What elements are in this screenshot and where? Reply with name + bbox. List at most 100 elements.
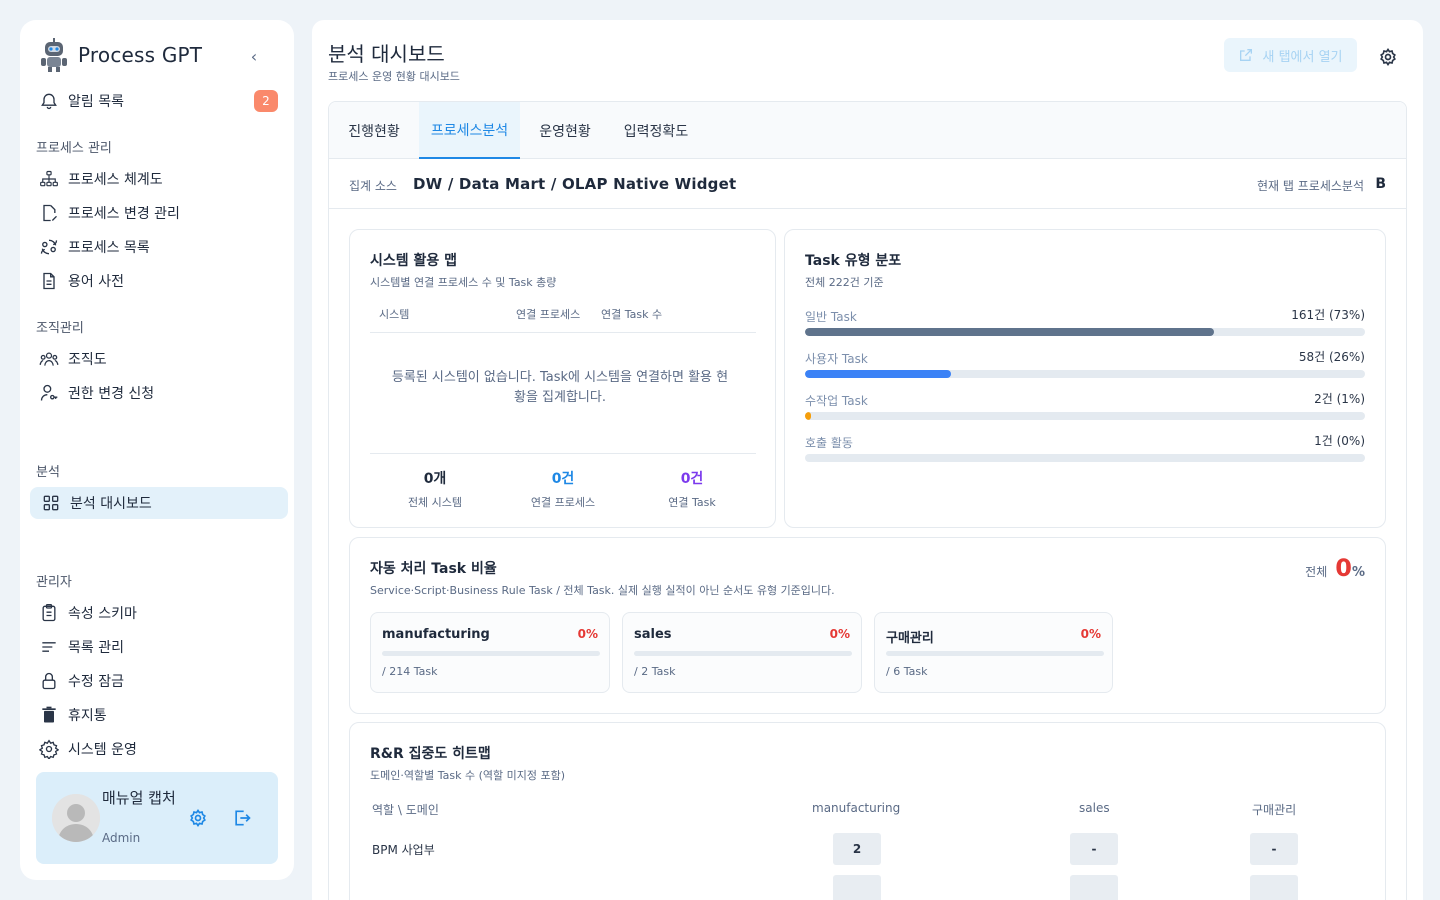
tab-operations[interactable]: 운영현황 <box>524 102 606 159</box>
sidebar-item-org-chart[interactable]: 조직도 <box>38 345 278 373</box>
user-profile-card: 매뉴얼 캡처 Admin <box>36 772 278 864</box>
list-lines-icon <box>38 636 60 658</box>
domain-card: 구매관리 0% / 6 Task <box>874 612 1113 693</box>
sidebar-item-trash[interactable]: 휴지통 <box>38 701 278 729</box>
sidebar-item-system-ops[interactable]: 시스템 운영 <box>38 735 278 763</box>
column-header: 연결 프로세스 <box>516 308 581 321</box>
panel-subtitle: Service·Script·Business Rule Task / 전체 T… <box>370 584 835 597</box>
sidebar-item-edit-lock[interactable]: 수정 잠금 <box>38 667 278 695</box>
task-type-progress-track <box>805 412 1365 420</box>
logo-row: Process GPT ‹ <box>38 38 278 72</box>
task-type-progress-fill <box>805 370 951 378</box>
document-edit-icon <box>38 202 60 224</box>
total-unit: % <box>1351 565 1365 580</box>
external-link-icon <box>1240 49 1253 61</box>
stat-total-systems: 0개 전체 시스템 <box>375 468 495 510</box>
sidebar-item-label: 시스템 운영 <box>68 742 137 758</box>
settings-gear-icon[interactable] <box>1378 47 1398 67</box>
sidebar-item-label: 프로세스 체계도 <box>68 172 163 188</box>
task-type-progress-fill <box>805 412 812 420</box>
avatar <box>52 794 100 842</box>
domain-name: sales <box>634 627 672 642</box>
rr-heatmap-panel: R&R 집중도 히트맵 도메인·역할별 Task 수 (역할 미지정 포함) 역… <box>349 722 1386 900</box>
sidebar-item-label: 휴지통 <box>68 708 107 724</box>
stat-linked-processes: 0건 연결 프로세스 <box>503 468 623 510</box>
tab-bar: 진행현황 프로세스분석 운영현황 입력정확도 <box>329 102 1406 159</box>
empty-message: 등록된 시스템이 없습니다. Task에 시스템을 연결하면 활용 현황을 집계… <box>391 370 729 405</box>
divider <box>370 453 756 454</box>
heatmap-column-header: sales <box>1079 801 1110 815</box>
domain-pct: 0% <box>1080 627 1101 641</box>
sidebar-item-notifications[interactable]: 알림 목록 2 <box>38 87 278 115</box>
sidebar-item-permission-request[interactable]: 권한 변경 신청 <box>38 379 278 407</box>
task-type-progress-track <box>805 454 1365 462</box>
clipboard-icon <box>38 602 60 624</box>
panel-title: Task 유형 분포 <box>805 253 902 269</box>
dashboard-grid-icon <box>40 492 62 514</box>
stat-value: 0개 <box>423 471 447 487</box>
heatmap-cell: - <box>1250 833 1298 865</box>
panel-subtitle: 도메인·역할별 Task 수 (역할 미지정 포함) <box>370 769 565 782</box>
heatmap-cell <box>833 875 881 900</box>
app-name: Process GPT <box>78 43 203 67</box>
stat-label: 연결 프로세스 <box>530 496 596 509</box>
user-name: 매뉴얼 캡처 <box>102 789 176 807</box>
section-analytics: 분석 <box>36 465 60 480</box>
section-admin: 관리자 <box>36 575 72 590</box>
source-value: DW / Data Mart / OLAP Native Widget <box>413 175 737 193</box>
tab-input-accuracy[interactable]: 입력정확도 <box>613 102 699 159</box>
hierarchy-icon <box>38 168 60 190</box>
heatmap-corner-label: 역할 \ 도메인 <box>372 803 439 817</box>
sidebar-item-attribute-schema[interactable]: 속성 스키마 <box>38 599 278 627</box>
column-header: 시스템 <box>379 308 410 321</box>
tab-progress[interactable]: 진행현황 <box>333 102 415 159</box>
settings-gear-icon[interactable] <box>188 808 208 828</box>
notification-count-badge: 2 <box>254 90 278 112</box>
collapse-sidebar-icon[interactable]: ‹ <box>244 46 264 66</box>
panel-subtitle: 시스템별 연결 프로세스 수 및 Task 총량 <box>370 276 557 289</box>
domain-name: 구매관리 <box>886 631 934 646</box>
sidebar-item-glossary[interactable]: 용어 사전 <box>38 267 278 295</box>
domain-progress-track <box>382 651 600 656</box>
lock-icon <box>38 670 60 692</box>
task-distribution-panel: Task 유형 분포 전체 222건 기준 일반 Task 161건 (73%) 사… <box>784 229 1386 528</box>
tab-process-analysis[interactable]: 프로세스분석 <box>419 102 520 159</box>
sidebar-item-analytics-dashboard[interactable]: 분석 대시보드 <box>40 489 280 517</box>
panel-title: 자동 처리 Task 비율 <box>370 561 497 577</box>
process-cycle-icon <box>38 236 60 258</box>
domain-progress-track <box>886 651 1104 656</box>
heatmap-cell: 2 <box>833 833 881 865</box>
task-type-label: 사용자 Task <box>805 352 868 366</box>
open-new-tab-label: 새 탭에서 열기 <box>1262 49 1343 65</box>
sidebar-item-process-map[interactable]: 프로세스 체계도 <box>38 165 278 193</box>
section-org: 조직관리 <box>36 321 84 336</box>
users-icon <box>38 348 60 370</box>
sidebar-item-process-list[interactable]: 프로세스 목록 <box>38 233 278 261</box>
domain-card: sales 0% / 2 Task <box>622 612 862 693</box>
page-title: 분석 대시보드 <box>328 42 445 66</box>
open-new-tab-button[interactable]: 새 탭에서 열기 <box>1224 38 1357 72</box>
sidebar-item-label: 권한 변경 신청 <box>68 386 155 402</box>
user-role: Admin <box>102 831 141 845</box>
sidebar-item-list-management[interactable]: 목록 관리 <box>38 633 278 661</box>
current-tab-value: B <box>1375 176 1386 192</box>
total-ratio: 전체 0 % <box>1305 554 1365 582</box>
sidebar-item-label: 프로세스 변경 관리 <box>68 206 180 222</box>
task-type-row: 수작업 Task 2건 (1%) <box>805 390 1365 420</box>
heatmap-column-header: manufacturing <box>812 801 901 815</box>
user-key-icon <box>38 382 60 404</box>
task-type-progress-track <box>805 370 1365 378</box>
task-type-value: 58건 (26%) <box>1298 350 1365 364</box>
heatmap-cell <box>1250 875 1298 900</box>
sidebar-item-process-change[interactable]: 프로세스 변경 관리 <box>38 199 278 227</box>
trash-icon <box>38 704 60 726</box>
sidebar-item-label: 프로세스 목록 <box>68 240 150 256</box>
stat-value: 0건 <box>680 471 704 487</box>
panel-title: 시스템 활용 맵 <box>370 253 458 269</box>
heatmap-cell: - <box>1070 833 1118 865</box>
domain-pct: 0% <box>829 627 850 641</box>
logout-icon[interactable] <box>232 808 252 828</box>
heatmap-row-label: BPM 사업부 <box>372 843 435 857</box>
domain-name: manufacturing <box>382 627 490 642</box>
sidebar-item-label: 용어 사전 <box>68 274 124 290</box>
